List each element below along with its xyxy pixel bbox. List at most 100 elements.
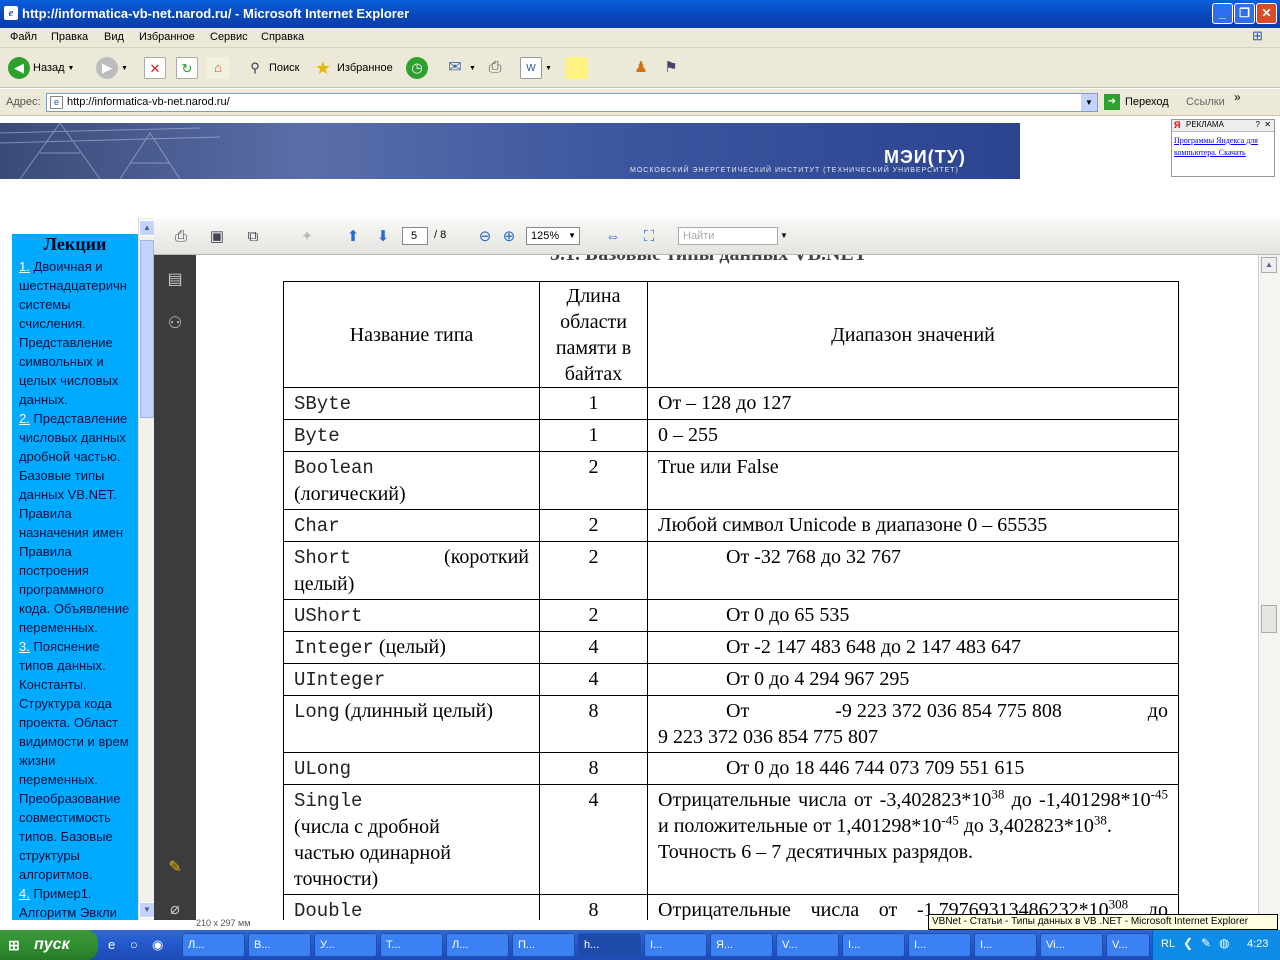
taskbar-task-button[interactable]: У... — [314, 933, 377, 957]
links-button[interactable]: Ссылки — [1186, 96, 1225, 108]
sidebar-item-line[interactable]: 1. Двоичная и — [19, 257, 138, 276]
comments-icon[interactable]: ✎ — [164, 857, 186, 879]
help-icon[interactable]: ? — [1256, 120, 1260, 129]
pdf-save-icon[interactable]: ▣ — [206, 226, 228, 248]
maximize-button[interactable]: ❐ — [1234, 3, 1255, 24]
sidebar-item-line[interactable]: переменных. — [19, 770, 138, 789]
sidebar-item-line[interactable]: символьных и — [19, 352, 138, 371]
taskbar-task-button[interactable]: П... — [512, 933, 575, 957]
sidebar-item-line[interactable]: алгоритмов. — [19, 865, 138, 884]
sidebar-item-line[interactable]: счисления. — [19, 314, 138, 333]
menu-file[interactable]: Файл — [10, 31, 37, 43]
home-button[interactable]: ⌂ — [207, 56, 229, 80]
edit-button[interactable]: W ▼ — [520, 56, 552, 80]
taskbar-task-button[interactable]: V... — [1106, 933, 1150, 957]
sidebar-item-line[interactable]: 3. Пояснение — [19, 637, 138, 656]
sidebar-item-line[interactable]: Представление — [19, 333, 138, 352]
taskbar-task-button[interactable]: В... — [248, 933, 311, 957]
taskbar-task-button[interactable]: Л... — [182, 933, 245, 957]
sidebar-item-line[interactable]: переменных. — [19, 618, 138, 637]
pdf-print-icon[interactable]: ⎙ — [170, 226, 192, 248]
scroll-up-icon[interactable]: ▲ — [139, 220, 155, 236]
sidebar-item-line[interactable]: Базовые типы — [19, 466, 138, 485]
back-button[interactable]: ◀ Назад ▼ — [8, 56, 74, 80]
prev-page-icon[interactable]: ⬆ — [342, 226, 364, 248]
stop-button[interactable]: ✕ — [144, 56, 166, 80]
research-button[interactable]: ⚑ — [660, 56, 682, 80]
print-button[interactable]: ⎙ — [484, 56, 506, 80]
sidebar-item-line[interactable]: Правила — [19, 542, 138, 561]
refresh-button[interactable]: ↻ — [176, 56, 198, 80]
taskbar-task-button[interactable]: Л... — [446, 933, 509, 957]
language-indicator[interactable]: RL — [1161, 938, 1175, 950]
taskbar-task-button[interactable]: h... — [578, 933, 641, 957]
taskbar-task-button[interactable]: I... — [908, 933, 971, 957]
attachments-icon[interactable]: ⌀ — [164, 899, 186, 921]
history-button[interactable]: ◷ — [406, 56, 428, 80]
minimize-button[interactable]: _ — [1212, 3, 1233, 24]
tray-icon-1[interactable]: ❮ — [1183, 936, 1193, 950]
fit-page-icon[interactable]: ⛶ — [638, 226, 660, 248]
go-button[interactable]: Переход — [1125, 96, 1169, 108]
sidebar-scroll-thumb[interactable] — [140, 240, 154, 418]
menu-tools[interactable]: Сервис — [210, 31, 248, 43]
sidebar-item-line[interactable]: совместимость — [19, 808, 138, 827]
ie-quicklaunch-icon[interactable]: e — [108, 937, 115, 952]
taskbar-task-button[interactable]: I... — [842, 933, 905, 957]
tray-icon-2[interactable]: ✎ — [1201, 936, 1211, 950]
pdf-scroll-thumb[interactable] — [1261, 605, 1277, 633]
sidebar-item-line[interactable]: кода. Объявление — [19, 599, 138, 618]
pages-panel-icon[interactable]: ▤ — [164, 269, 186, 291]
menu-favorites[interactable]: Избранное — [139, 31, 195, 43]
sidebar-item-line[interactable]: дробной частью. — [19, 447, 138, 466]
sidebar-item-line[interactable]: целых числовых — [19, 371, 138, 390]
find-input[interactable]: Найти — [678, 227, 778, 245]
sidebar-item-line[interactable]: данных VB.NET. — [19, 485, 138, 504]
fit-width-icon[interactable]: ⇔ — [602, 226, 624, 248]
zoom-in-icon[interactable]: ⊕ — [498, 226, 520, 248]
taskbar-task-button[interactable]: I... — [974, 933, 1037, 957]
sidebar-item-line[interactable]: жизни — [19, 751, 138, 770]
find-dropdown-icon[interactable]: ▼ — [780, 231, 788, 240]
sidebar-item-line[interactable]: 4. Пример1. — [19, 884, 138, 903]
sidebar-item-line[interactable]: типов. Базовые — [19, 827, 138, 846]
favorites-button[interactable]: ★ Избранное — [312, 56, 393, 80]
start-button[interactable]: ⊞ пуск — [0, 930, 98, 960]
pdf-share-icon[interactable]: ⧉ — [242, 226, 264, 248]
sidebar-item-line[interactable]: Константы. — [19, 675, 138, 694]
sidebar-scrollbar[interactable]: ▲ ▼ — [138, 218, 155, 920]
binoculars-icon[interactable]: ⚇ — [164, 313, 186, 335]
ad-link[interactable]: Программы Яндекса для компьютера. Скачат… — [1172, 132, 1274, 162]
messenger-button[interactable]: ♟ — [630, 56, 652, 80]
scroll-down-icon[interactable]: ▼ — [139, 902, 155, 918]
pdf-scroll-up-icon[interactable]: ▲ — [1261, 257, 1277, 273]
forward-button[interactable]: ▶ ▼ — [96, 56, 128, 80]
sidebar-item-line[interactable]: назначения имен — [19, 523, 138, 542]
sidebar-item-line[interactable]: 2. Представление — [19, 409, 138, 428]
zoom-select[interactable]: 125% ▼ — [526, 227, 580, 245]
sidebar-item-line[interactable]: системы — [19, 295, 138, 314]
sidebar-item-line[interactable]: построения — [19, 561, 138, 580]
sidebar-item-line[interactable]: видимости и врем — [19, 732, 138, 751]
tray-icon-3[interactable]: ◍ — [1219, 936, 1229, 950]
sidebar-item-line[interactable]: Преобразование — [19, 789, 138, 808]
next-page-icon[interactable]: ⬇ — [372, 226, 394, 248]
sidebar-item-line[interactable]: программного — [19, 580, 138, 599]
mail-button[interactable]: ✉ ▼ — [444, 56, 476, 80]
page-number-input[interactable]: 5 — [402, 227, 428, 245]
address-dropdown-icon[interactable]: ▼ — [1081, 94, 1097, 111]
taskbar-task-button[interactable]: V... — [776, 933, 839, 957]
chevron-right-icon[interactable]: » — [1234, 90, 1241, 104]
sidebar-item-line[interactable]: Структура кода — [19, 694, 138, 713]
notes-button[interactable] — [566, 56, 588, 80]
close-button[interactable]: ✕ — [1256, 3, 1277, 24]
taskbar-task-button[interactable]: Я... — [710, 933, 773, 957]
sidebar-item-line[interactable]: числовых данных — [19, 428, 138, 447]
go-arrow-icon[interactable]: ➜ — [1104, 94, 1120, 110]
firefox-quicklaunch-icon[interactable]: ◉ — [152, 937, 163, 953]
menu-help[interactable]: Справка — [261, 31, 304, 43]
sidebar-item-line[interactable]: Алгоритм Эвкли — [19, 903, 138, 920]
sidebar-item-line[interactable]: Правила — [19, 504, 138, 523]
ad-close-icon[interactable]: ✕ — [1264, 120, 1271, 129]
sidebar-item-line[interactable]: проекта. Област — [19, 713, 138, 732]
